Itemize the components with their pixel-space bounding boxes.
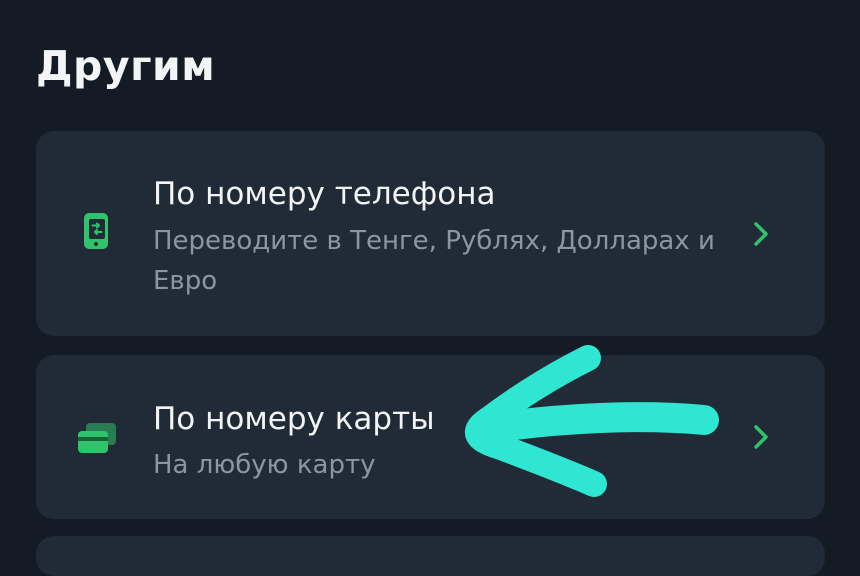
option-title: По номеру карты [153, 401, 435, 437]
chevron-right-icon [754, 222, 768, 246]
transfer-by-phone-option[interactable]: По номеру телефона Переводите в Тенге, Р… [36, 131, 825, 336]
option-title: По номеру телефона [153, 176, 496, 212]
option-subtitle: Переводите в Тенге, Рублях, Долларах и Е… [153, 226, 715, 296]
transfer-by-card-option[interactable]: По номеру карты На любую карту [36, 355, 825, 519]
option-subtitle: На любую карту [153, 450, 376, 480]
chevron-right-icon [754, 425, 768, 449]
next-option-card[interactable] [36, 536, 825, 576]
section-title: Другим [36, 42, 216, 90]
cards-icon [78, 423, 116, 453]
phone-transfer-icon [84, 213, 108, 249]
